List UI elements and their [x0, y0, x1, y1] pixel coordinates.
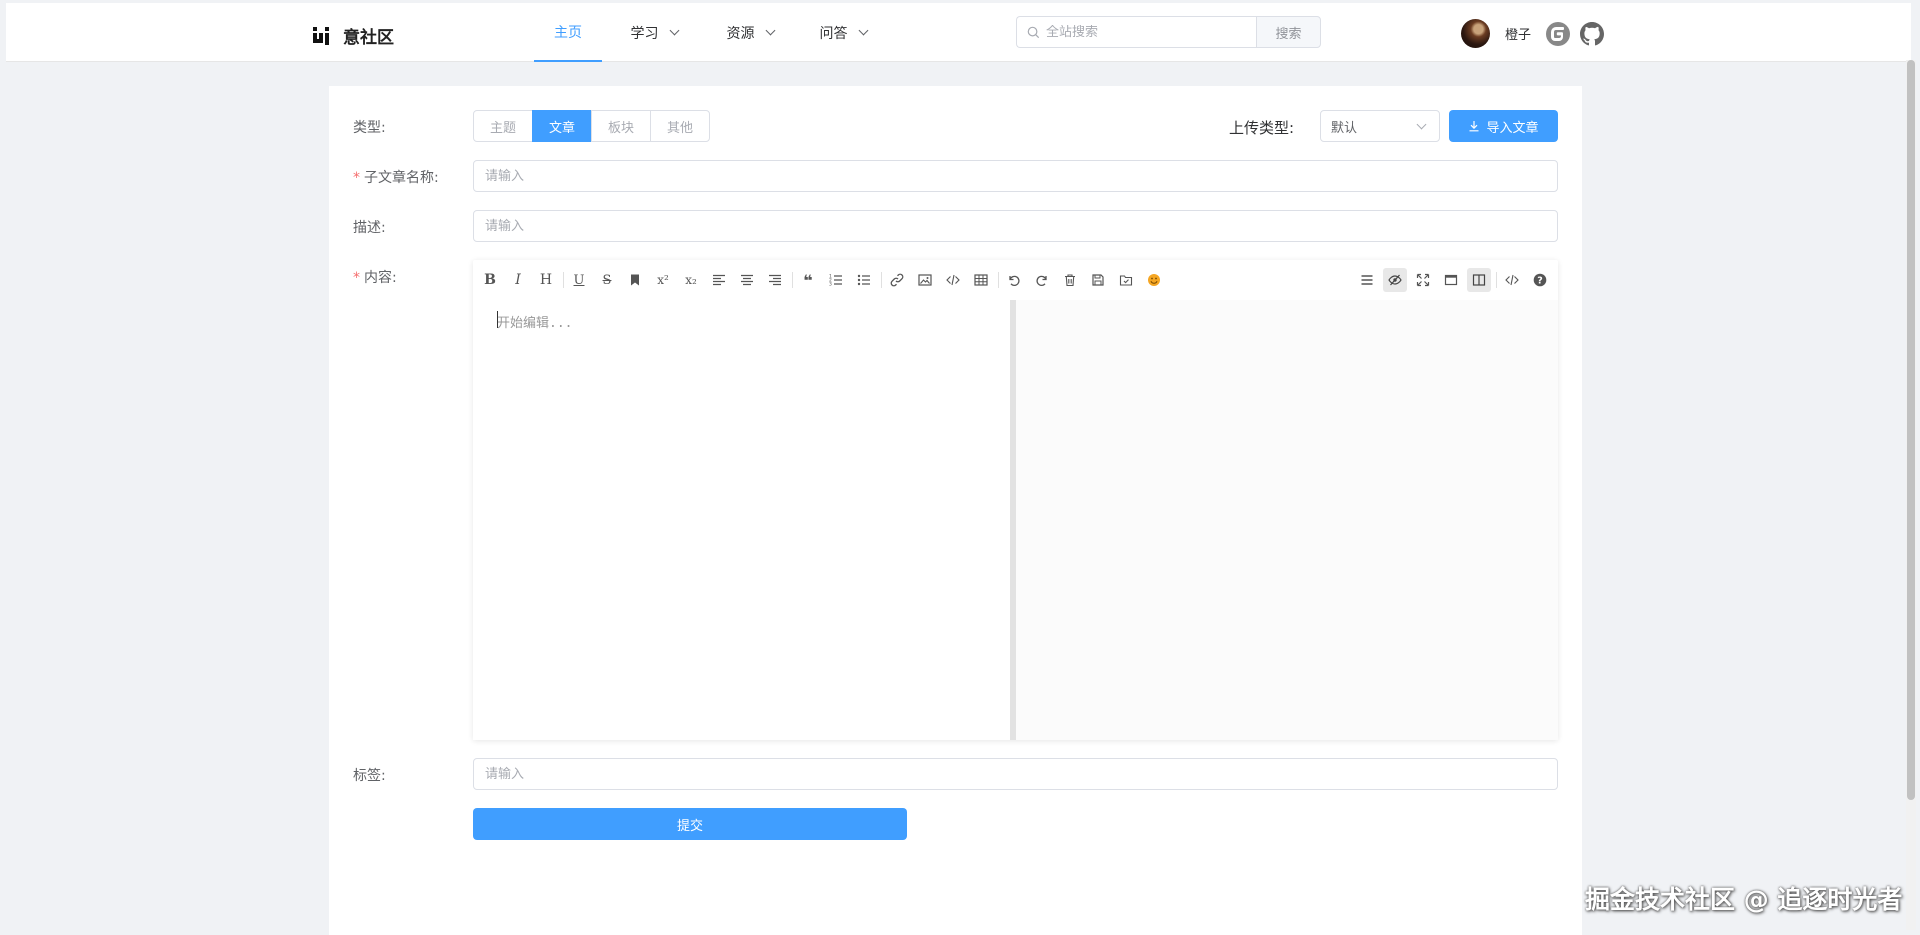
superscript-icon[interactable]: x²	[651, 268, 675, 292]
ordered-list-icon[interactable]: 123	[824, 268, 848, 292]
required-mark: *	[353, 270, 360, 286]
emoji-icon[interactable]	[1142, 268, 1166, 292]
toolbar-separator	[881, 272, 882, 288]
user-name[interactable]: 橙子	[1505, 24, 1531, 43]
type-option-other[interactable]: 其他	[650, 110, 710, 142]
heading-icon[interactable]: H	[534, 268, 558, 292]
brand-name: 意社区	[343, 28, 394, 48]
nav-resources-label: 资源	[726, 25, 755, 42]
menu-icon[interactable]	[1355, 268, 1379, 292]
chevron-down-icon	[858, 25, 868, 36]
type-option-topic[interactable]: 主题	[473, 110, 533, 142]
content-label: * 内容:	[353, 267, 397, 287]
bold-icon[interactable]: B	[478, 268, 502, 292]
search-field[interactable]	[1016, 16, 1256, 48]
type-option-board[interactable]: 板块	[591, 110, 651, 142]
type-option-article[interactable]: 文章	[532, 110, 592, 142]
quote-icon[interactable]: ❝	[796, 268, 820, 292]
gitee-icon[interactable]	[1546, 21, 1571, 46]
import-article-label: 导入文章	[1486, 120, 1539, 136]
subscript-icon[interactable]: x₂	[679, 268, 703, 292]
editor-toolbar: B I H U S x² x₂ ❝ 123 ?	[473, 260, 1558, 300]
github-icon[interactable]	[1580, 21, 1605, 46]
nav-home[interactable]: 主页	[534, 3, 602, 62]
nav-home-label: 主页	[554, 24, 582, 41]
avatar[interactable]	[1461, 19, 1490, 48]
brand-logo[interactable]: 意社区	[313, 23, 394, 48]
brand-logo-icon	[313, 26, 329, 45]
svg-text:?: ?	[1537, 275, 1543, 286]
tags-input[interactable]	[473, 758, 1558, 790]
search-input[interactable]	[1046, 24, 1236, 40]
top-header: 意社区 主页 学习 资源 问答 搜索 橙子	[6, 3, 1911, 62]
align-left-icon[interactable]	[707, 268, 731, 292]
align-right-icon[interactable]	[763, 268, 787, 292]
type-radio-group: 主题 文章 板块 其他	[473, 110, 710, 142]
page-scrollbar[interactable]	[1906, 60, 1916, 930]
italic-icon[interactable]: I	[506, 268, 530, 292]
undo-icon[interactable]	[1002, 268, 1026, 292]
content-label-text: 内容:	[364, 270, 397, 286]
nav-study-label: 学习	[630, 25, 659, 42]
required-mark: *	[353, 170, 360, 186]
nav-resources[interactable]: 资源	[706, 3, 794, 62]
user-area: 橙子	[1461, 19, 1605, 48]
editor-preview-pane	[1016, 300, 1558, 740]
code-icon[interactable]	[941, 268, 965, 292]
table-icon[interactable]	[969, 268, 993, 292]
main-nav: 主页 学习 资源 问答	[534, 3, 892, 62]
text-caret	[497, 311, 498, 328]
publish-form-card: 类型: 主题 文章 板块 其他 上传类型: 默认 导入文章 *子文章名称: 描述…	[329, 86, 1582, 935]
preview-toggle-icon[interactable]	[1383, 268, 1407, 292]
toolbar-separator	[1496, 272, 1497, 288]
trash-icon[interactable]	[1058, 268, 1082, 292]
navigation-icon[interactable]	[1114, 268, 1138, 292]
chevron-down-icon	[765, 25, 775, 36]
underline-icon[interactable]: U	[567, 268, 591, 292]
unordered-list-icon[interactable]	[852, 268, 876, 292]
title-label-text: 子文章名称:	[364, 170, 439, 186]
tags-label: 标签:	[353, 768, 386, 784]
mark-icon[interactable]	[623, 268, 647, 292]
scrollbar-thumb[interactable]	[1907, 60, 1915, 800]
redo-icon[interactable]	[1030, 268, 1054, 292]
download-icon	[1469, 121, 1479, 132]
watermark-text: 掘金技术社区 @ 追逐时光者	[1585, 885, 1903, 914]
toolbar-separator	[792, 272, 793, 288]
editor-input-pane[interactable]: 开始编辑...	[473, 300, 1010, 740]
split-view-icon[interactable]	[1467, 268, 1491, 292]
upload-type-value: 默认	[1331, 120, 1358, 136]
fullscreen-icon[interactable]	[1411, 268, 1435, 292]
title-label: * 子文章名称:	[353, 167, 439, 187]
editor-placeholder: 开始编辑...	[497, 316, 573, 331]
search-icon	[1027, 26, 1040, 38]
nav-study[interactable]: 学习	[602, 3, 706, 62]
toolbar-separator	[563, 272, 564, 288]
svg-text:3: 3	[829, 282, 832, 288]
search-button[interactable]: 搜索	[1256, 16, 1321, 48]
type-label: 类型:	[353, 120, 386, 136]
html-code-icon[interactable]	[1500, 268, 1524, 292]
upload-type-select[interactable]: 默认	[1320, 110, 1440, 142]
description-input[interactable]	[473, 210, 1558, 242]
help-icon[interactable]: ?	[1528, 268, 1552, 292]
description-label: 描述:	[353, 220, 386, 236]
upload-type-label: 上传类型:	[1229, 119, 1295, 137]
save-icon[interactable]	[1086, 268, 1110, 292]
window-icon[interactable]	[1439, 268, 1463, 292]
site-search: 搜索	[1016, 16, 1321, 48]
nav-qa-label: 问答	[819, 25, 848, 42]
chevron-down-icon	[1416, 119, 1427, 130]
link-icon[interactable]	[885, 268, 909, 292]
nav-qa[interactable]: 问答	[794, 3, 892, 62]
submit-button[interactable]: 提交	[473, 808, 907, 840]
chevron-down-icon	[669, 25, 679, 36]
image-icon[interactable]	[913, 268, 937, 292]
strikethrough-icon[interactable]: S	[595, 268, 619, 292]
title-input[interactable]	[473, 160, 1558, 192]
align-center-icon[interactable]	[735, 268, 759, 292]
toolbar-separator	[998, 272, 999, 288]
import-article-button[interactable]: 导入文章	[1449, 110, 1558, 142]
markdown-editor: B I H U S x² x₂ ❝ 123 ? 开始编辑...	[473, 260, 1558, 740]
